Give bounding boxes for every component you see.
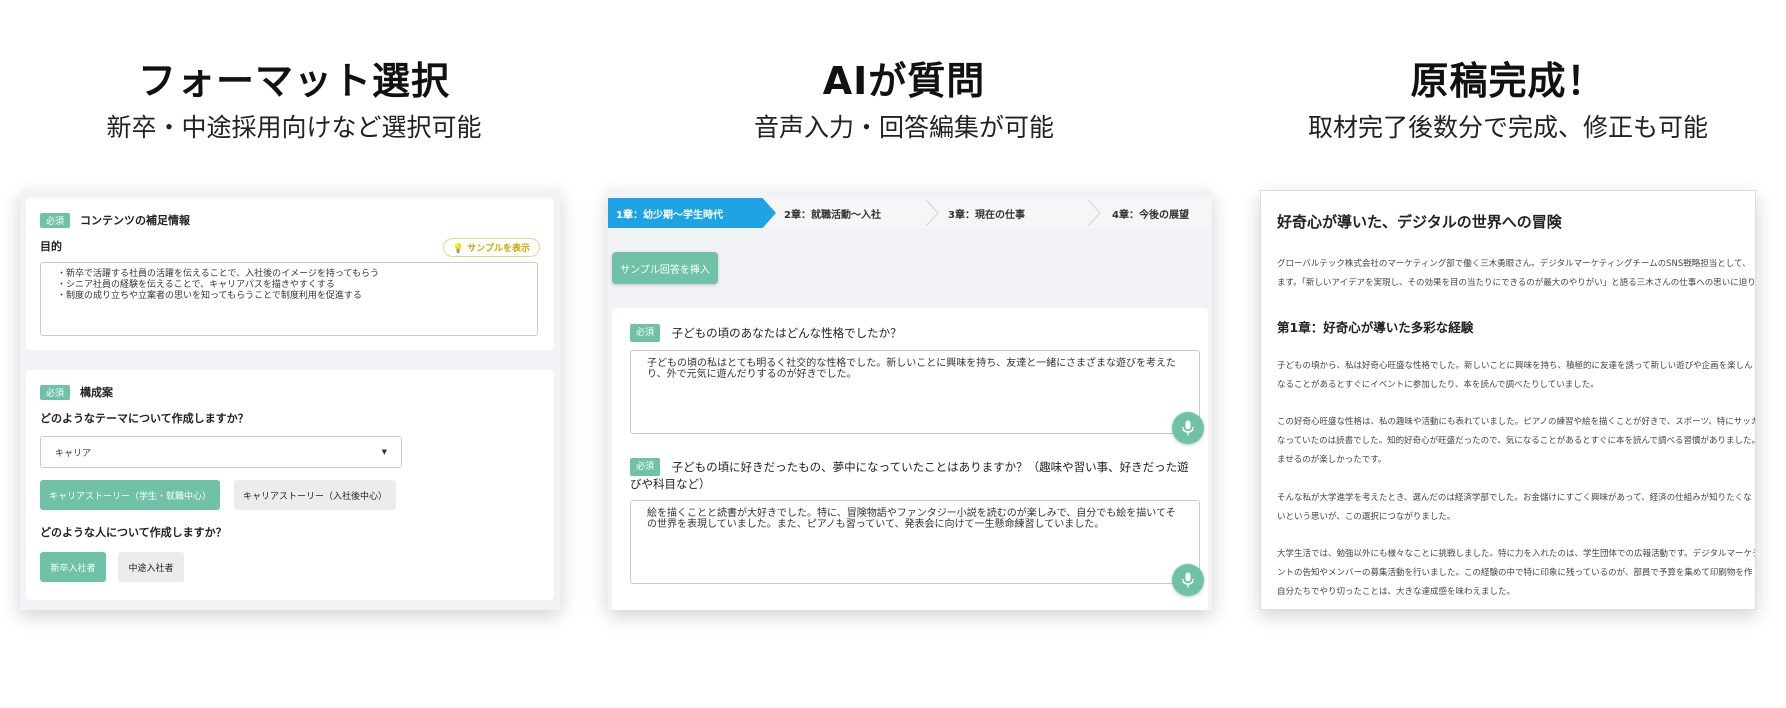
step-chapter-1[interactable]: 1章：幼少期〜学生時代 xyxy=(608,198,776,228)
article-title: 好奇心が導いた、デジタルの世界への冒険 xyxy=(1277,213,1562,231)
required-badge: 必須 xyxy=(630,458,661,476)
hero-title: 原稿完成！ xyxy=(1410,59,1606,103)
question-text: 子どもの頃のあなたはどんな性格でしたか？ xyxy=(671,325,902,340)
chevron-right-icon xyxy=(925,200,939,226)
required-badge: 必須 xyxy=(630,324,661,342)
article-paragraph: 子どもの頃から、私は好奇心旺盛な性格でした。新しいことに興味を持ち、積極的に友達… xyxy=(1277,361,1753,390)
hero-draft-complete: 原稿完成！ 取材完了後数分で完成、修正も可能 xyxy=(1254,58,1762,146)
article-paragraph: そんな私が大学進学を考えたとき、選んだのは経済学部でした。お金儲けにすごく興味が… xyxy=(1277,493,1752,522)
chevron-right-icon xyxy=(1087,200,1101,226)
theme-select[interactable]: キャリア ▼ xyxy=(40,436,402,468)
theme-option-student[interactable]: キャリアストーリー（学生・就職中心） xyxy=(40,480,220,510)
section-title: コンテンツの補足情報 xyxy=(80,214,191,227)
purpose-label: 目的 xyxy=(40,240,62,253)
section-title: 構成案 xyxy=(80,386,114,399)
article-paragraph: この好奇心旺盛な性格は、私の趣味や活動にも表れていました。ピアノの練習や絵を描く… xyxy=(1277,417,1756,465)
purpose-line: ・新卒で活躍する社員の活躍を伝えることで、入社後のイメージを持ってもらう xyxy=(57,269,380,279)
select-value: キャリア xyxy=(55,448,92,459)
microphone-icon xyxy=(1182,572,1194,588)
microphone-button[interactable] xyxy=(1172,564,1204,596)
hero-subtitle: 新卒・中途採用向けなど選択可能 xyxy=(106,113,482,142)
step-chapter-2[interactable]: 2章：就職活動〜入社 xyxy=(784,198,924,228)
questions-card: 必須 子どもの頃のあなたはどんな性格でしたか？ 子どもの頃の私はとても明るく社交… xyxy=(612,308,1208,610)
hero-format-select: フォーマット選択 新卒・中途採用向けなど選択可能 xyxy=(40,58,548,146)
step-chapter-3[interactable]: 3章：現在の仕事 xyxy=(948,198,1078,228)
hero-subtitle: 取材完了後数分で完成、修正も可能 xyxy=(1307,113,1708,142)
caret-down-icon: ▼ xyxy=(381,448,387,456)
purpose-line: ・制度の成り立ちや立案者の思いを知ってもらうことで制度利用を促進する xyxy=(57,291,362,301)
theme-question: どのようなテーマについて作成しますか？ xyxy=(40,412,249,425)
hero-title: AIが質問 xyxy=(822,59,986,103)
draft-preview-panel: 好奇心が導いた、デジタルの世界への冒険 グローバルテック株式会社のマーケティング… xyxy=(1260,190,1756,610)
person-question: どのような人について作成しますか？ xyxy=(40,526,227,539)
person-option-mid-career[interactable]: 中途入社者 xyxy=(118,552,184,582)
article-intro: グローバルテック株式会社のマーケティング部で働く三木勇眼さん。デジタルマーケティ… xyxy=(1277,259,1756,288)
chapter-heading: 第1章：好奇心が導いた多彩な経験 xyxy=(1277,320,1474,335)
hero-subtitle: 音声入力・回答編集が可能 xyxy=(753,113,1054,142)
answer-1-textarea[interactable]: 子どもの頃の私はとても明るく社交的な性格でした。新しいことに興味を持ち、友達と一… xyxy=(630,350,1200,434)
question-1: 必須 子どもの頃のあなたはどんな性格でしたか？ xyxy=(630,324,1198,342)
show-sample-button[interactable]: 💡 サンプルを表示 xyxy=(442,238,540,257)
insert-sample-answer-button[interactable]: サンプル回答を挿入 xyxy=(612,252,718,284)
question-2: 必須 子どもの頃に好きだったもの、夢中になっていたことはありますか？（趣味や習い… xyxy=(630,458,1198,492)
ai-question-panel: 1章：幼少期〜学生時代 2章：就職活動〜入社 3章：現在の仕事 4章：今後の展望… xyxy=(608,190,1212,610)
structure-card: 必須 構成案 どのようなテーマについて作成しますか？ キャリア ▼ キャリアスト… xyxy=(26,370,554,600)
format-select-panel: 必須 コンテンツの補足情報 目的 💡 サンプルを表示 ・新卒で活躍する社員の活躍… xyxy=(20,190,560,610)
microphone-icon xyxy=(1182,420,1194,436)
required-badge: 必須 xyxy=(40,384,71,400)
lightbulb-icon: 💡 xyxy=(452,244,465,254)
supplement-info-card: 必須 コンテンツの補足情報 目的 💡 サンプルを表示 ・新卒で活躍する社員の活躍… xyxy=(26,198,554,350)
hero-title: フォーマット選択 xyxy=(137,59,450,103)
step-chapter-4[interactable]: 4章：今後の展望 xyxy=(1112,198,1212,228)
microphone-button[interactable] xyxy=(1172,412,1204,444)
chapter-stepper: 1章：幼少期〜学生時代 2章：就職活動〜入社 3章：現在の仕事 4章：今後の展望 xyxy=(608,198,1212,228)
article-paragraph: 大学生活では、勉強以外にも様々なことに挑戦しました。特に力を入れたのは、学生団体… xyxy=(1277,549,1756,597)
theme-option-after-join[interactable]: キャリアストーリー（入社後中心） xyxy=(234,480,396,510)
answer-2-textarea[interactable]: 絵を描くことと読書が大好きでした。特に、冒険物語やファンタジー小説を読むのが楽し… xyxy=(630,500,1200,584)
required-badge: 必須 xyxy=(40,212,71,228)
question-text: 子どもの頃に好きだったもの、夢中になっていたことはありますか？（趣味や習い事、好… xyxy=(630,459,1189,492)
hero-ai-question: AIが質問 音声入力・回答編集が可能 xyxy=(650,58,1158,146)
purpose-line: ・シニア社員の経験を伝えることで、キャリアパスを描きやすくする xyxy=(57,280,335,290)
person-option-new-grad[interactable]: 新卒入社者 xyxy=(40,552,106,582)
purpose-textarea[interactable]: ・新卒で活躍する社員の活躍を伝えることで、入社後のイメージを持ってもらう ・シニ… xyxy=(40,262,538,336)
